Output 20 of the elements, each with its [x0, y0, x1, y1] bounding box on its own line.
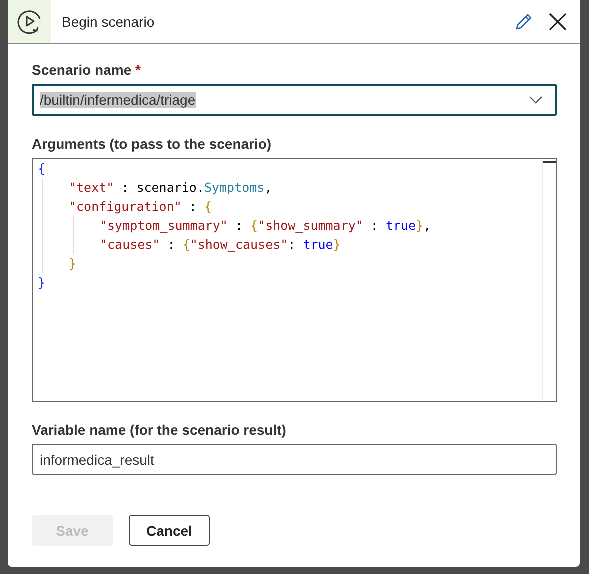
play-cycle-icon [16, 8, 42, 34]
edit-button[interactable] [514, 12, 534, 32]
close-button[interactable] [548, 12, 568, 32]
code-editor[interactable]: { "text" : scenario.Symptoms, "configuration" : { "symptom_summary" : {"show_summary" : true}, "causes" : {"show_causes": true} } } [32, 158, 557, 402]
field-label: Variable name (for the scenario result) [32, 422, 288, 438]
scrollbar[interactable] [543, 161, 556, 163]
code-line: } [38, 274, 46, 292]
variable-name-field[interactable]: informedica_result [32, 444, 557, 475]
code-line: "symptom_summary" : {"show_summary" : true}, [100, 217, 432, 235]
code-line: { [38, 160, 46, 178]
code-line: } [69, 255, 77, 273]
code-line: "causes" : {"show_causes": true} [100, 236, 341, 254]
cancel-button[interactable]: Cancel [129, 515, 210, 546]
chevron-down-icon [529, 96, 543, 104]
field-label: Arguments (to pass to the scenario) [32, 136, 273, 152]
dialog-title: Begin scenario [62, 14, 156, 30]
field-label: Scenario name * [32, 62, 142, 78]
code-line: "configuration" : { [69, 198, 212, 216]
code-line: "text" : scenario.Symptoms, [69, 179, 272, 197]
scenario-dropdown[interactable]: /builtin/infermedica/triage [32, 84, 557, 116]
